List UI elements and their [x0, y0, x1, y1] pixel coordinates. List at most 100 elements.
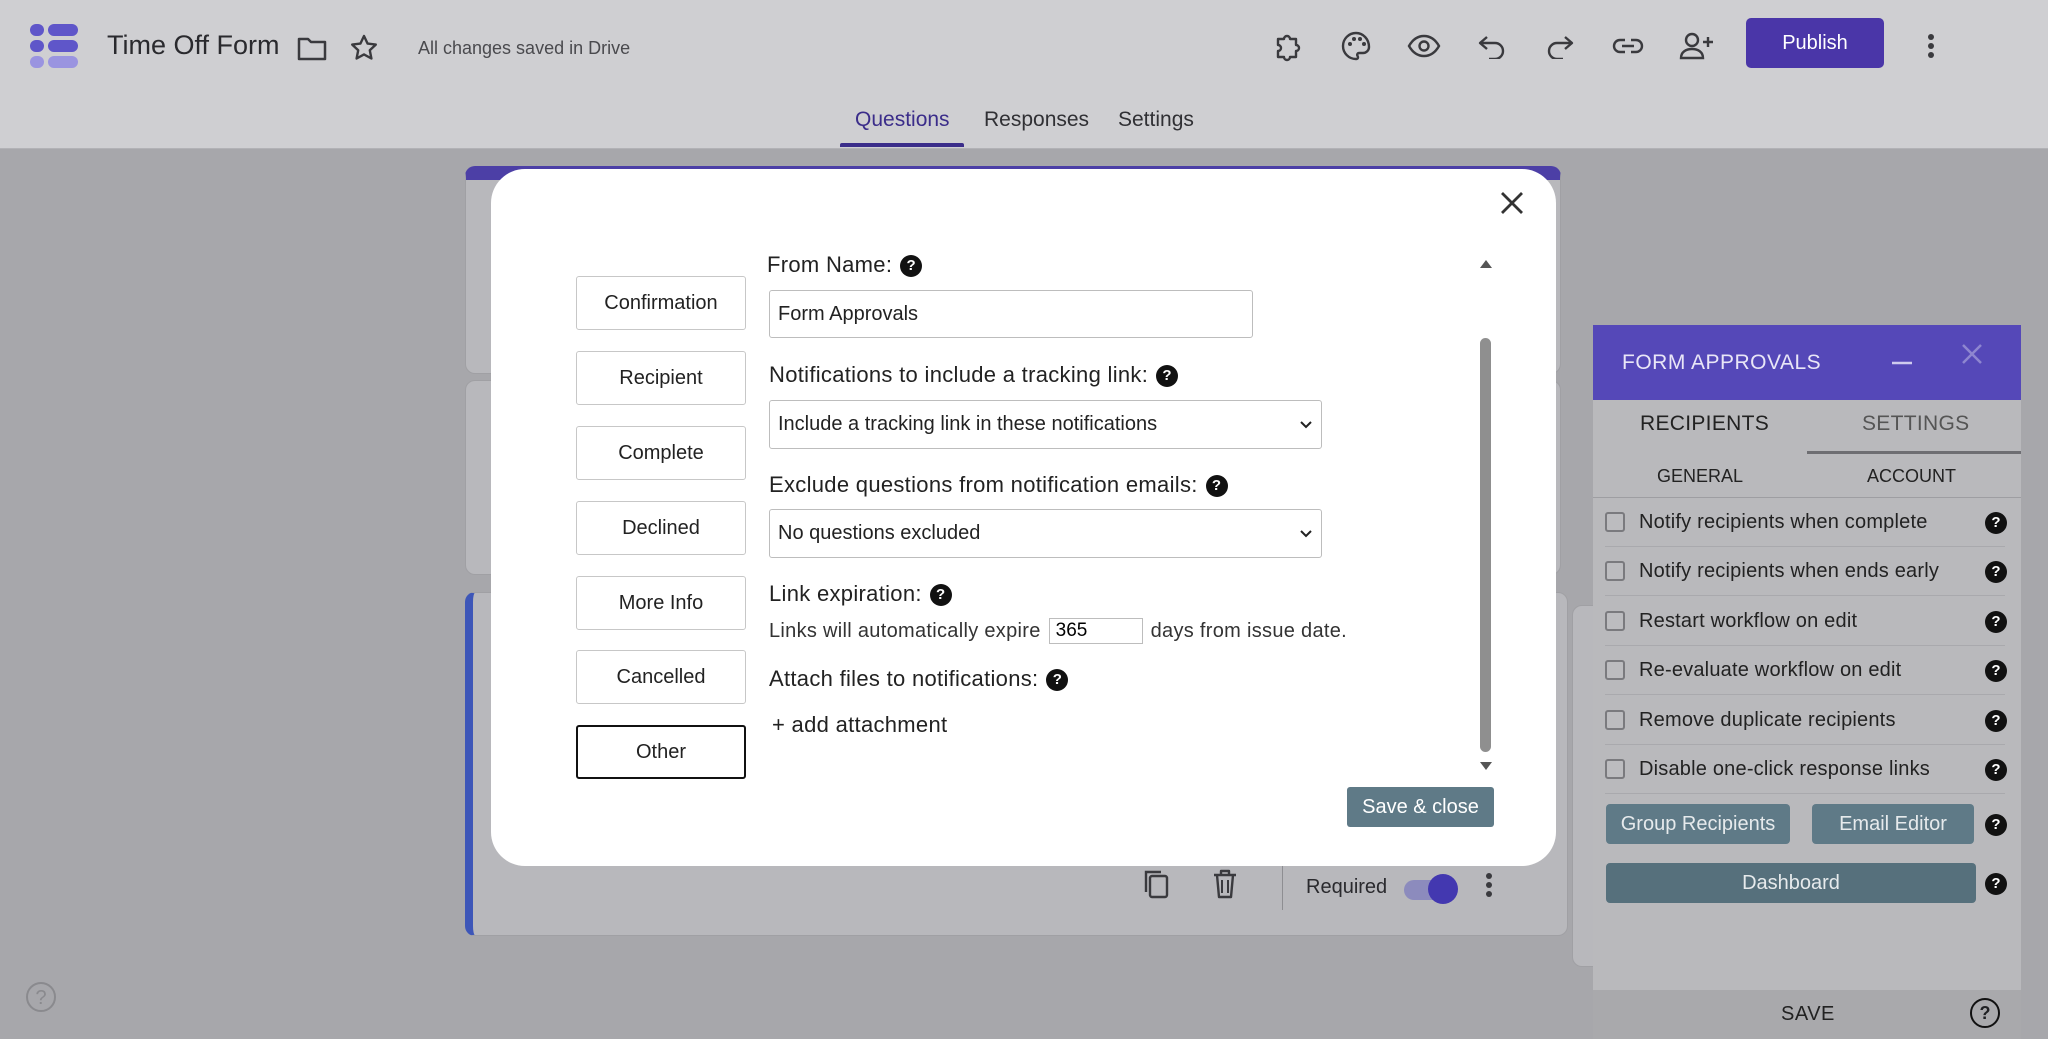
close-icon[interactable] — [1496, 188, 1528, 220]
save-status: All changes saved in Drive — [418, 38, 631, 58]
option-row[interactable]: Re-evaluate workflow on edit — [1605, 646, 2005, 695]
panel-save-button[interactable]: SAVE — [1781, 1003, 1835, 1026]
subtab-general[interactable]: GENERAL — [1657, 466, 1743, 487]
minimize-icon[interactable] — [1891, 343, 1913, 374]
preview-eye-icon[interactable] — [1402, 24, 1446, 68]
option-label: Notify recipients when complete — [1639, 510, 1928, 533]
option-label: Notify recipients when ends early — [1639, 559, 1940, 582]
dialog-scroll-thumb[interactable] — [1480, 338, 1491, 752]
document-title[interactable]: Time Off Form — [107, 30, 280, 61]
required-label: Required — [1306, 876, 1388, 898]
footer-divider — [1282, 862, 1283, 910]
page-scrollbar[interactable] — [2030, 150, 2038, 1030]
attach-files-label-text: Attach files to notifications: — [769, 666, 1039, 691]
forms-logo-icon[interactable] — [28, 22, 80, 70]
help-icon[interactable]: ? — [1985, 873, 2007, 895]
checkbox[interactable] — [1605, 759, 1625, 779]
add-attachment-link[interactable]: + add attachment — [772, 712, 947, 738]
subtab-account[interactable]: ACCOUNT — [1867, 466, 1956, 487]
dashboard-button[interactable]: Dashboard — [1606, 863, 1976, 903]
option-label: Disable one-click response links — [1639, 757, 1930, 780]
panel-close-icon[interactable] — [1961, 339, 1983, 373]
email-editor-button[interactable]: Email Editor — [1812, 804, 1974, 844]
scroll-up-arrow-icon[interactable] — [1479, 256, 1493, 272]
link-expiration-label-text: Link expiration: — [769, 581, 922, 606]
option-label: Remove duplicate recipients — [1639, 708, 1896, 731]
star-icon[interactable] — [346, 30, 382, 66]
tab-questions[interactable]: Questions — [855, 108, 950, 132]
palette-icon[interactable] — [1334, 24, 1378, 68]
panel-tab-indicator — [1807, 451, 2021, 454]
scroll-down-arrow-icon[interactable] — [1479, 758, 1493, 774]
help-icon[interactable]: ? — [1156, 365, 1179, 388]
checkbox[interactable] — [1605, 710, 1625, 730]
option-row[interactable]: Disable one-click response links — [1605, 745, 2005, 794]
expire-days-input[interactable] — [1048, 618, 1143, 644]
help-icon[interactable]: ? — [1985, 759, 2007, 781]
help-icon[interactable]: ? — [1985, 660, 2007, 682]
expiration-row: Links will automatically expire days fro… — [769, 618, 1347, 644]
app-header: Time Off Form All changes saved in Drive… — [0, 0, 2048, 149]
tracking-link-value: Include a tracking link in these notific… — [778, 413, 1158, 435]
help-icon[interactable]: ? — [1985, 561, 2007, 583]
nav-declined[interactable]: Declined — [576, 501, 746, 555]
panel-tab-recipients[interactable]: RECIPIENTS — [1640, 412, 1769, 436]
nav-cancelled[interactable]: Cancelled — [576, 650, 746, 704]
expire-suffix: days from issue date. — [1150, 619, 1348, 642]
help-icon[interactable]: ? — [900, 255, 923, 278]
nav-complete[interactable]: Complete — [576, 426, 746, 480]
tracking-link-label: Notifications to include a tracking link… — [769, 362, 1179, 388]
panel-tab-settings[interactable]: SETTINGS — [1862, 412, 1969, 436]
group-recipients-button[interactable]: Group Recipients — [1606, 804, 1790, 844]
add-collaborator-icon[interactable] — [1674, 24, 1718, 68]
nav-confirmation[interactable]: Confirmation — [576, 276, 746, 330]
delete-icon[interactable] — [1212, 868, 1242, 902]
publish-button[interactable]: Publish — [1746, 18, 1884, 68]
required-toggle-knob[interactable] — [1428, 874, 1458, 904]
tab-responses[interactable]: Responses — [984, 108, 1089, 132]
chevron-down-icon — [1299, 526, 1313, 542]
help-icon[interactable]: ? — [1046, 669, 1069, 692]
checkbox[interactable] — [1605, 512, 1625, 532]
panel-help-icon[interactable]: ? — [1970, 998, 2000, 1028]
chevron-down-icon — [1299, 417, 1313, 433]
save-close-button[interactable]: Save & close — [1347, 787, 1494, 827]
link-icon[interactable] — [1606, 24, 1650, 68]
help-icon[interactable]: ? — [1985, 512, 2007, 534]
exclude-questions-label: Exclude questions from notification emai… — [769, 472, 1228, 498]
exclude-questions-value: No questions excluded — [778, 522, 981, 544]
form-tabs: Questions Responses Settings — [0, 108, 2048, 148]
option-row[interactable]: Remove duplicate recipients — [1605, 696, 2005, 745]
help-icon[interactable]: ? — [1985, 814, 2007, 836]
undo-icon[interactable] — [1470, 24, 1514, 68]
help-icon[interactable]: ? — [1985, 611, 2007, 633]
tracking-link-select[interactable]: Include a tracking link in these notific… — [769, 400, 1322, 449]
attach-files-label: Attach files to notifications:? — [769, 666, 1069, 692]
nav-recipient[interactable]: Recipient — [576, 351, 746, 405]
question-more-icon[interactable] — [1485, 872, 1495, 900]
copy-icon[interactable] — [1142, 868, 1172, 902]
help-icon[interactable]: ? — [1205, 475, 1228, 498]
checkbox[interactable] — [1605, 660, 1625, 680]
form-approvals-panel: FORM APPROVALS RECIPIENTS SETTINGS GENER… — [1593, 325, 2021, 1039]
option-row[interactable]: Notify recipients when ends early — [1605, 547, 2005, 596]
tab-settings[interactable]: Settings — [1118, 108, 1194, 132]
nav-more-info[interactable]: More Info — [576, 576, 746, 630]
panel-title: FORM APPROVALS — [1622, 351, 1822, 374]
option-row[interactable]: Restart workflow on edit — [1605, 597, 2005, 646]
option-row[interactable]: Notify recipients when complete — [1605, 498, 2005, 547]
folder-icon[interactable] — [294, 30, 330, 66]
option-label: Restart workflow on edit — [1639, 609, 1858, 632]
help-icon[interactable]: ? — [26, 982, 56, 1012]
exclude-questions-select[interactable]: No questions excluded — [769, 509, 1322, 558]
redo-icon[interactable] — [1538, 24, 1582, 68]
more-vert-icon[interactable] — [1909, 24, 1953, 68]
addon-puzzle-icon[interactable] — [1266, 24, 1310, 68]
checkbox[interactable] — [1605, 611, 1625, 631]
from-name-label: From Name:? — [767, 252, 923, 278]
checkbox[interactable] — [1605, 561, 1625, 581]
from-name-input[interactable] — [769, 290, 1253, 338]
help-icon[interactable]: ? — [1985, 710, 2007, 732]
help-icon[interactable]: ? — [929, 584, 952, 607]
nav-other[interactable]: Other — [576, 725, 746, 779]
